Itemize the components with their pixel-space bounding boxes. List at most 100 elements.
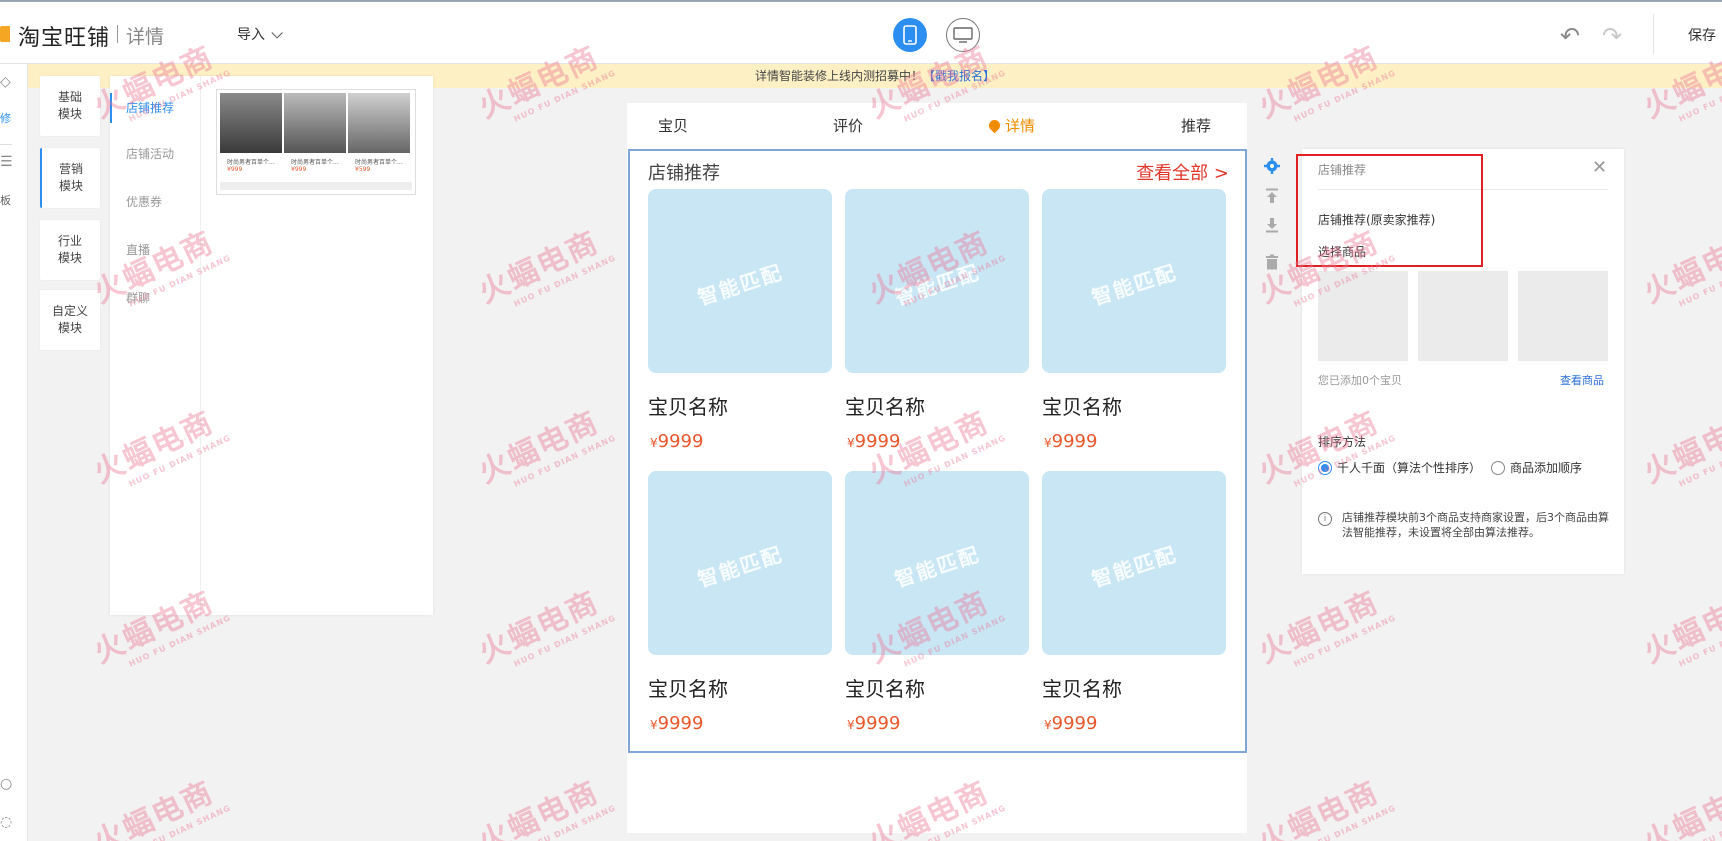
tab-details[interactable]: 详情 <box>986 115 1036 136</box>
watermark-tile: 火蝠电商HUO FU DIAN SHANG <box>85 763 233 841</box>
product-slot[interactable] <box>1518 271 1608 361</box>
feedback-icon[interactable]: ◌ <box>0 814 12 830</box>
help-icon[interactable]: ○ <box>0 776 12 792</box>
radio-add-order[interactable] <box>1491 460 1506 475</box>
select-products-label: 选择商品 <box>1318 245 1367 259</box>
currency-symbol: ¥ <box>650 436 658 450</box>
decorate-icon[interactable]: ◇ <box>0 74 11 90</box>
image-watermark: 智能匹配 <box>694 259 787 310</box>
watermark-tile: 火蝠电商HUO FU DIAN SHANG <box>1635 393 1722 499</box>
close-icon[interactable]: ✕ <box>1592 157 1607 178</box>
product-price: ¥9999 <box>1044 713 1097 734</box>
product-image[interactable]: 智能匹配 <box>648 471 832 655</box>
price-value: 9999 <box>854 431 901 452</box>
watermark-text: 火蝠电商 <box>473 404 605 491</box>
category-label: 营销 模块 <box>58 162 83 193</box>
product-name: 宝贝名称 <box>1042 395 1122 419</box>
watermark-tile: 火蝠电商HUO FU DIAN SHANG <box>470 573 618 679</box>
category-marketing[interactable]: 营销 模块 <box>40 148 100 208</box>
trash-svg <box>1266 254 1278 270</box>
module-thumbnail[interactable]: 时尚男者百单个... 时尚男者百单个... 时尚男者百单个... ¥999 ¥9… <box>216 89 416 195</box>
view-products-link[interactable]: 查看商品 <box>1560 372 1604 388</box>
currency-symbol: ¥ <box>847 436 855 450</box>
category-industry[interactable]: 行业 模块 <box>40 220 100 280</box>
product-image[interactable]: 智能匹配 <box>1042 189 1226 373</box>
image-watermark: 智能匹配 <box>891 259 984 310</box>
product-price: ¥9999 <box>847 431 900 452</box>
currency-symbol: ¥ <box>847 718 855 732</box>
save-button[interactable]: 保存 <box>1688 25 1716 45</box>
watermark-text: 火蝠电商 <box>1253 774 1385 841</box>
thumbnail-image <box>348 93 410 153</box>
chevron-down-icon <box>271 27 283 39</box>
product-image[interactable]: 智能匹配 <box>1042 471 1226 655</box>
trash-icon[interactable] <box>1260 250 1284 274</box>
sub-item-shop-recommend[interactable]: 店铺推荐 <box>110 93 201 123</box>
sub-item-shop-activity[interactable]: 店铺活动 <box>110 139 201 169</box>
move-up-icon[interactable] <box>1260 184 1284 208</box>
watermark-text: 火蝠电商 <box>1638 774 1722 841</box>
signup-link[interactable]: 【戳我报名】 <box>923 69 995 83</box>
sub-item-live[interactable]: 直播 <box>110 235 201 265</box>
watermark-tile: 火蝠电商HUO FU DIAN SHANG <box>1635 763 1722 841</box>
watermark-subtext: HUO FU DIAN SHANG <box>512 433 618 489</box>
tab-item[interactable]: 宝贝 <box>658 115 688 136</box>
watermark-subtext: HUO FU DIAN SHANG <box>1677 613 1722 669</box>
category-basic[interactable]: 基础 模块 <box>40 76 100 136</box>
category-custom[interactable]: 自定义 模块 <box>40 290 100 350</box>
price-value: 9999 <box>1051 431 1098 452</box>
product-image[interactable]: 智能匹配 <box>845 189 1029 373</box>
thumbnail-caption: 时尚男者百单个... <box>227 159 275 166</box>
logo-divider <box>117 25 118 43</box>
redo-icon[interactable]: ↷ <box>1602 22 1622 50</box>
radio-personalized-label: 千人千面（算法个性排序） <box>1337 461 1482 475</box>
product-slot[interactable] <box>1418 271 1508 361</box>
product-price: ¥9999 <box>847 713 900 734</box>
category-label: 基础 模块 <box>57 90 82 121</box>
product-image[interactable]: 智能匹配 <box>845 471 1029 655</box>
import-dropdown[interactable]: 导入 <box>237 24 283 44</box>
category-label: 自定义 模块 <box>51 304 88 335</box>
sub-item-coupon[interactable]: 优惠券 <box>110 187 201 217</box>
product-slot[interactable] <box>1318 271 1408 361</box>
location-pin-icon <box>986 117 1003 134</box>
rail-divider <box>0 144 12 145</box>
tab-recommend[interactable]: 推荐 <box>1181 115 1211 136</box>
shop-recommend-module[interactable]: 店铺推荐 查看全部 > 智能匹配 宝贝名称 ¥9999 智能匹配 宝贝名称 ¥9999 智能… <box>628 149 1247 753</box>
sub-item-group-chat[interactable]: 群聊 <box>110 283 201 313</box>
thumbnail-footer <box>220 182 412 190</box>
tab-reviews[interactable]: 评价 <box>833 115 863 136</box>
gear-icon[interactable] <box>1260 154 1284 178</box>
sub-nav: 店铺推荐 店铺活动 优惠券 直播 群聊 <box>110 76 201 615</box>
undo-icon[interactable]: ↶ <box>1560 22 1580 50</box>
product-image[interactable]: 智能匹配 <box>648 189 832 373</box>
image-watermark: 智能匹配 <box>891 541 984 592</box>
price-value: 9999 <box>1051 713 1098 734</box>
radio-personalized[interactable] <box>1318 460 1332 475</box>
watermark-text: 火蝠电商 <box>88 774 220 841</box>
view-all-link[interactable]: 查看全部 > <box>1136 159 1229 185</box>
product-price: ¥9999 <box>650 431 703 452</box>
rail-item-decorate[interactable]: 修 <box>0 110 11 126</box>
rail-item-template[interactable]: 板 <box>0 192 11 208</box>
tab-details-label: 详情 <box>1005 117 1036 135</box>
watermark-subtext: HUO FU DIAN SHANG <box>127 803 233 841</box>
watermark-text: 火蝠电商 <box>473 224 605 311</box>
info-text: 店铺推荐模块前3个商品支持商家设置，后3个商品由算法智能推荐，未设置将全部由算法… <box>1342 511 1609 539</box>
category-label: 行业 模块 <box>57 234 82 265</box>
module-option-label[interactable]: 店铺推荐(原卖家推荐) <box>1318 211 1435 228</box>
thumbnail-price: ¥999 <box>291 166 307 173</box>
phone-tab-bar: 宝贝 评价 详情 推荐 <box>627 103 1247 147</box>
import-label: 导入 <box>237 27 265 43</box>
move-down-icon[interactable] <box>1260 213 1284 237</box>
image-watermark: 智能匹配 <box>1088 541 1181 592</box>
mobile-view-button[interactable] <box>893 18 927 52</box>
template-icon[interactable]: ☰ <box>0 154 13 170</box>
desktop-view-button[interactable] <box>946 18 980 52</box>
watermark-tile: 火蝠电商HUO FU DIAN SHANG <box>1635 573 1722 679</box>
thumbnail-image <box>284 93 346 153</box>
watermark-text: 火蝠电商 <box>473 774 605 841</box>
watermark-tile: 火蝠电商HUO FU DIAN SHANG <box>1250 763 1398 841</box>
far-left-rail: ◇ 修 ☰ 板 ○ ◌ <box>0 64 28 841</box>
notice-text: 详情智能装修上线内测招募中！ <box>754 69 923 83</box>
